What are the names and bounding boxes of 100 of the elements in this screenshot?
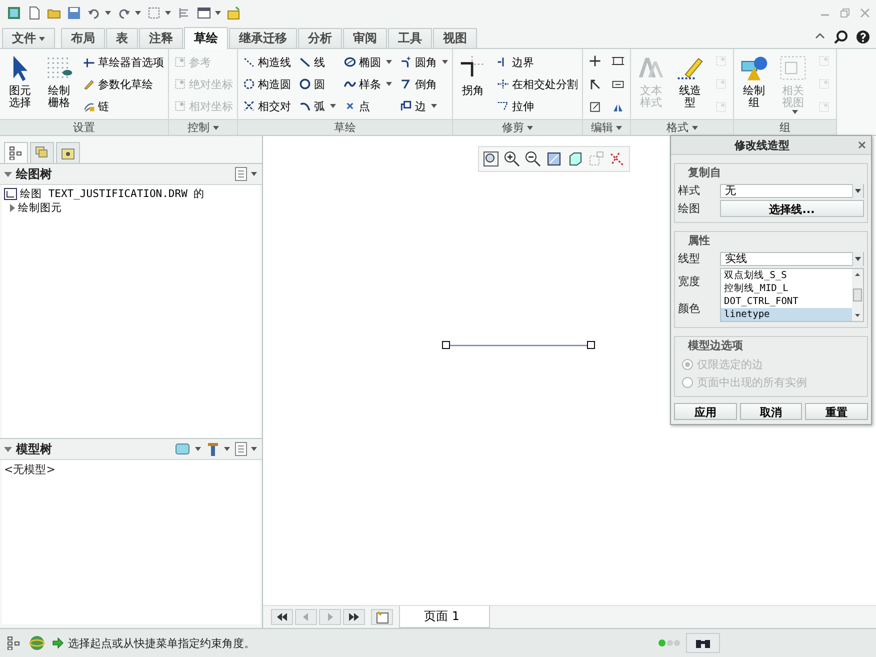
ribbon-button[interactable]: 绘制栅格 bbox=[42, 52, 76, 116]
ribbon-button[interactable]: 拐角 bbox=[456, 52, 490, 116]
tool-icon bbox=[817, 77, 831, 91]
ribbon-button[interactable]: 拉伸 bbox=[495, 96, 579, 116]
page-tab[interactable]: 页面 1 bbox=[399, 606, 490, 628]
panel-tab[interactable] bbox=[4, 142, 28, 163]
view-button[interactable] bbox=[502, 149, 522, 169]
ribbon-button[interactable]: 构造线 bbox=[241, 52, 292, 72]
ribbon-button[interactable]: 边界 bbox=[495, 52, 579, 72]
group-label[interactable]: 组 bbox=[734, 119, 836, 135]
quick-access-button[interactable] bbox=[226, 5, 242, 21]
layers-icon bbox=[35, 146, 49, 160]
quick-access-button[interactable] bbox=[66, 5, 82, 21]
select-box-icon bbox=[147, 6, 161, 20]
settings-button[interactable] bbox=[234, 166, 258, 182]
last-page-icon bbox=[349, 613, 359, 621]
ribbon-tab[interactable]: 文件 bbox=[2, 28, 55, 48]
ribbon-tab[interactable]: 表 bbox=[106, 28, 138, 48]
dialog-button[interactable]: 重置 bbox=[805, 403, 868, 420]
quick-access-button[interactable] bbox=[196, 5, 222, 21]
select-line-button[interactable]: 选择线... bbox=[720, 200, 864, 217]
ribbon-tab[interactable]: 视图 bbox=[433, 28, 477, 48]
ribbon-button[interactable]: 绘制组 bbox=[737, 52, 771, 116]
new-page-button[interactable] bbox=[371, 609, 393, 625]
view-button[interactable] bbox=[523, 149, 543, 169]
group-label[interactable]: 编辑 bbox=[583, 119, 630, 135]
binoculars-icon bbox=[695, 637, 711, 649]
quick-access-button[interactable] bbox=[146, 5, 172, 21]
caret-icon bbox=[792, 110, 798, 114]
group-label[interactable]: 格式 bbox=[631, 119, 733, 135]
ribbon-button[interactable]: 在相交处分割 bbox=[495, 74, 579, 94]
collapse-icon[interactable] bbox=[4, 446, 12, 452]
scale-icon bbox=[588, 100, 602, 114]
expand-icon[interactable] bbox=[10, 204, 15, 212]
help-icon[interactable] bbox=[856, 30, 870, 44]
ribbon-button[interactable]: 弧 bbox=[297, 96, 337, 116]
field-label: 样式 bbox=[678, 183, 701, 198]
group-label[interactable]: 设置 bbox=[0, 119, 168, 135]
ribbon-button[interactable]: 草绘器首选项 bbox=[81, 52, 165, 72]
group-label[interactable]: 修剪 bbox=[453, 119, 582, 135]
zoom-fit-icon bbox=[483, 151, 499, 167]
view-button[interactable] bbox=[481, 149, 501, 169]
search-icon[interactable] bbox=[834, 30, 848, 44]
line-icon bbox=[298, 55, 312, 69]
pencil-icon bbox=[82, 77, 96, 91]
page-nav-button[interactable] bbox=[271, 609, 293, 625]
list-option[interactable]: 双点划线_S_S bbox=[721, 269, 852, 282]
ribbon-button[interactable]: 线 bbox=[297, 52, 337, 72]
datum-icon bbox=[609, 151, 625, 167]
settings-button[interactable] bbox=[234, 441, 258, 457]
ribbon-button[interactable]: 链 bbox=[81, 96, 165, 116]
dialog-title: 修改线造型 bbox=[733, 138, 790, 152]
ribbon-button[interactable]: 倒角 bbox=[398, 74, 449, 94]
find-button[interactable] bbox=[686, 633, 720, 653]
ribbon-button[interactable]: 相交对 bbox=[241, 96, 292, 116]
list-option[interactable]: linetype bbox=[721, 308, 852, 321]
tool-icon bbox=[714, 77, 728, 91]
ribbon-button[interactable]: 构造圆 bbox=[241, 74, 292, 94]
tree-item[interactable]: 绘图 TEXT_JUSTIFICATION.DRW 的 bbox=[20, 187, 205, 201]
ribbon-tab[interactable]: 审阅 bbox=[343, 28, 387, 48]
quick-access-button[interactable] bbox=[6, 5, 22, 21]
frame-icon bbox=[611, 54, 625, 68]
app-icon bbox=[7, 6, 21, 20]
caret-icon bbox=[212, 126, 218, 130]
selected-line-drawing[interactable] bbox=[442, 341, 595, 350]
dashed-circle-icon bbox=[242, 77, 256, 91]
list-option[interactable]: DOT_CTRL_FONT bbox=[721, 295, 852, 308]
linetype-dropdown[interactable]: 实线 bbox=[720, 252, 864, 266]
ribbon-button[interactable]: 圆 bbox=[297, 74, 337, 94]
ribbon-tab[interactable]: 分析 bbox=[298, 28, 342, 48]
ribbon-button[interactable]: 圆角 bbox=[398, 52, 449, 72]
dialog-button[interactable]: 取消 bbox=[740, 403, 802, 420]
ribbon-tab[interactable]: 注释 bbox=[139, 28, 183, 48]
group-label[interactable]: 草绘 bbox=[238, 119, 452, 135]
collapse-icon[interactable] bbox=[4, 172, 12, 176]
ribbon-button[interactable]: 椭圆 bbox=[342, 52, 393, 72]
tools-button[interactable] bbox=[205, 441, 231, 457]
group-label[interactable]: 控制 bbox=[169, 119, 237, 135]
style-dropdown[interactable]: 无 bbox=[720, 184, 864, 198]
tree-item[interactable]: 绘制图元 bbox=[18, 201, 62, 215]
ribbon-tab[interactable]: 草绘 bbox=[184, 27, 228, 49]
display-button[interactable] bbox=[174, 441, 202, 457]
ribbon-tab[interactable]: 工具 bbox=[388, 28, 432, 48]
browser-button[interactable] bbox=[28, 634, 46, 652]
ribbon-tab[interactable]: 继承迁移 bbox=[229, 28, 297, 48]
ribbon-button[interactable]: 点 bbox=[342, 96, 393, 116]
dialog-button[interactable]: 应用 bbox=[674, 403, 737, 420]
ribbon-button[interactable]: 参数化草绘 bbox=[81, 74, 165, 94]
next-page-icon bbox=[325, 613, 335, 621]
tree-toggle-button[interactable] bbox=[6, 635, 22, 651]
field-label: 绘图 bbox=[678, 201, 701, 216]
page-nav-button[interactable] bbox=[343, 609, 365, 625]
ribbon-button[interactable]: 样条 bbox=[342, 74, 393, 94]
ribbon-button[interactable]: 线造型 bbox=[673, 52, 707, 116]
panel-tab[interactable] bbox=[56, 142, 80, 163]
ribbon-button[interactable]: 边 bbox=[398, 96, 449, 116]
ribbon-button[interactable]: 图元选择 bbox=[3, 52, 37, 116]
tools-icon bbox=[206, 442, 220, 456]
list-option[interactable]: 控制线_MID_L bbox=[721, 282, 852, 295]
ribbon-tab[interactable]: 布局 bbox=[61, 28, 105, 48]
